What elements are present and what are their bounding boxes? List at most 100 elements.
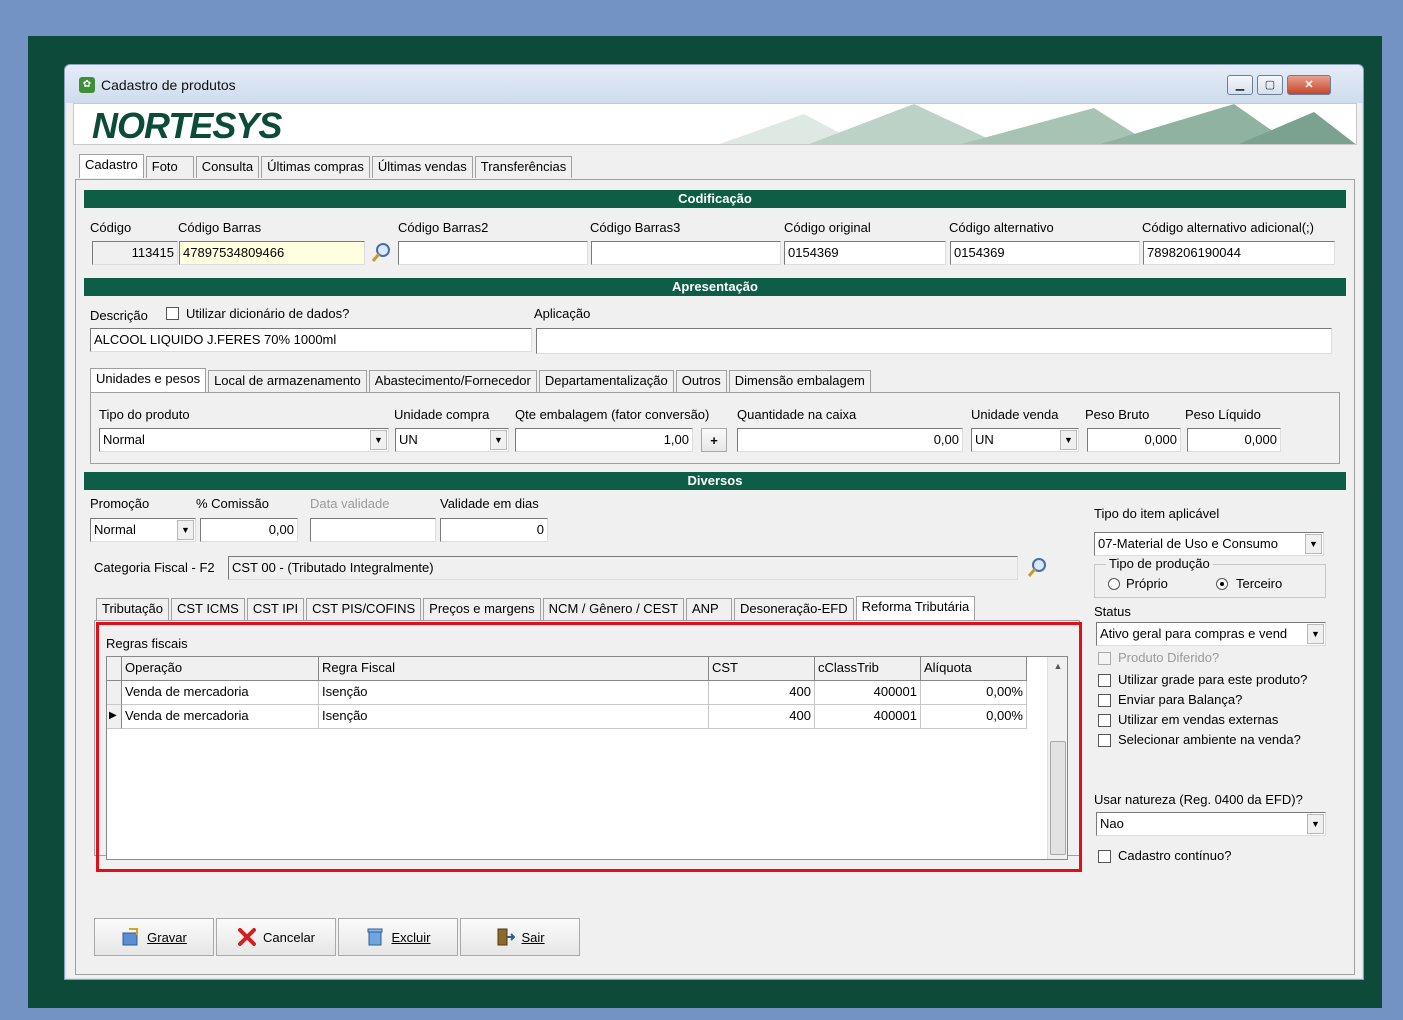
- cadastro-continuo-checkbox[interactable]: [1098, 850, 1111, 863]
- natureza-select[interactable]: Nao ▼: [1096, 812, 1326, 836]
- promocao-select[interactable]: Normal ▼: [90, 518, 196, 542]
- tab-dimensao-embalagem[interactable]: Dimensão embalagem: [728, 370, 871, 392]
- codigo-original-field[interactable]: 0154369: [784, 241, 946, 265]
- scroll-up-icon[interactable]: ▲: [1048, 661, 1068, 671]
- peso-bruto-field[interactable]: 0,000: [1087, 428, 1181, 452]
- tab-transferencias[interactable]: Transferências: [474, 156, 573, 178]
- tab-unidades-pesos[interactable]: Unidades e pesos: [90, 368, 207, 392]
- col-header-operacao[interactable]: Operação: [122, 657, 319, 681]
- status-select[interactable]: Ativo geral para compras e vend ▼: [1096, 622, 1326, 646]
- gravar-button[interactable]: Gravar: [94, 918, 214, 956]
- ambiente-label: Selecionar ambiente na venda?: [1118, 732, 1301, 747]
- comissao-field[interactable]: 0,00: [200, 518, 298, 542]
- data-validade-field[interactable]: [310, 518, 436, 542]
- tab-cst-ipi[interactable]: CST IPI: [246, 598, 305, 620]
- chevron-down-icon[interactable]: ▼: [1307, 814, 1324, 834]
- vendas-externas-label: Utilizar em vendas externas: [1118, 712, 1279, 727]
- chevron-down-icon[interactable]: ▼: [1305, 534, 1322, 554]
- qte-embalagem-field[interactable]: 1,00: [515, 428, 693, 452]
- col-header-cclasstrib[interactable]: cClassTrib: [815, 657, 921, 681]
- descricao-label: Descrição: [90, 308, 148, 323]
- col-header-cst[interactable]: CST: [709, 657, 815, 681]
- col-header-regra-fiscal[interactable]: Regra Fiscal: [319, 657, 709, 681]
- codigo-alt-adicional-field[interactable]: 7898206190044: [1143, 241, 1335, 265]
- tab-desoneracao-efd[interactable]: Desoneração-EFD: [733, 598, 854, 620]
- tab-cadastro[interactable]: Cadastro: [79, 154, 144, 178]
- tab-local-armazenamento[interactable]: Local de armazenamento: [208, 370, 367, 392]
- table-row-aliquota[interactable]: 0,00%: [921, 705, 1027, 729]
- tab-departamentalizacao[interactable]: Departamentalização: [538, 370, 674, 392]
- table-row-regra[interactable]: Isenção: [319, 705, 709, 729]
- codigo-barras-field[interactable]: 47897534809466: [179, 241, 365, 265]
- dicionario-checkbox[interactable]: [166, 307, 179, 320]
- diferido-checkbox[interactable]: [1098, 652, 1111, 665]
- codigo-barras2-field[interactable]: [398, 241, 588, 265]
- ambiente-checkbox[interactable]: [1098, 734, 1111, 747]
- grade-checkbox[interactable]: [1098, 674, 1111, 687]
- tab-cst-icms[interactable]: CST ICMS: [170, 598, 245, 620]
- codigo-alternativo-field[interactable]: 0154369: [950, 241, 1140, 265]
- codigo-field[interactable]: 113415: [92, 241, 178, 265]
- search-icon[interactable]: [370, 242, 392, 264]
- tipo-item-select[interactable]: 07-Material de Uso e Consumo ▼: [1094, 532, 1324, 556]
- tab-ncm-genero-cest[interactable]: NCM / Gênero / CEST: [542, 598, 684, 620]
- terceiro-radio[interactable]: [1216, 578, 1228, 590]
- nortesys-logo: NORTESYS: [92, 105, 282, 145]
- chevron-down-icon[interactable]: ▼: [1307, 624, 1324, 644]
- search-icon[interactable]: [1026, 557, 1048, 579]
- tab-consulta[interactable]: Consulta: [195, 156, 260, 178]
- maximize-button[interactable]: ▢: [1257, 75, 1283, 95]
- tab-reforma-tributaria[interactable]: Reforma Tributária: [855, 596, 976, 620]
- table-row-cst[interactable]: 400: [709, 681, 815, 705]
- dicionario-label: Utilizar dicionário de dados?: [186, 306, 350, 321]
- tab-ultimas-compras[interactable]: Últimas compras: [261, 156, 370, 178]
- tab-cst-pis-cofins[interactable]: CST PIS/COFINS: [306, 598, 422, 620]
- unidade-venda-select[interactable]: UN ▼: [971, 428, 1079, 452]
- chevron-down-icon[interactable]: ▼: [490, 430, 507, 450]
- current-row-indicator[interactable]: ▶: [107, 705, 122, 729]
- proprio-radio[interactable]: [1108, 578, 1120, 590]
- tab-anp[interactable]: ANP: [685, 598, 732, 620]
- tipo-produto-select[interactable]: Normal ▼: [99, 428, 389, 452]
- tab-precos-margens[interactable]: Preços e margens: [423, 598, 541, 620]
- tab-ultimas-vendas[interactable]: Últimas vendas: [371, 156, 473, 178]
- unidade-compra-select[interactable]: UN ▼: [395, 428, 509, 452]
- row-indicator[interactable]: [107, 681, 122, 705]
- col-header-aliquota[interactable]: Alíquota: [921, 657, 1027, 681]
- minimize-button[interactable]: ▁: [1227, 75, 1253, 95]
- table-row-operacao[interactable]: Venda de mercadoria: [122, 681, 319, 705]
- sair-button[interactable]: Sair: [460, 918, 580, 956]
- regras-fiscais-grid[interactable]: Operação Regra Fiscal CST cClassTrib Alí…: [106, 656, 1068, 860]
- validade-dias-field[interactable]: 0: [440, 518, 548, 542]
- codigo-barras3-field[interactable]: [591, 241, 781, 265]
- chevron-down-icon[interactable]: ▼: [370, 430, 387, 450]
- close-button[interactable]: ✕: [1287, 75, 1331, 95]
- chevron-down-icon[interactable]: ▼: [1060, 430, 1077, 450]
- categoria-fiscal-field[interactable]: CST 00 - (Tributado Integralmente): [228, 556, 1018, 580]
- excluir-button[interactable]: Excluir: [338, 918, 458, 956]
- peso-liquido-field[interactable]: 0,000: [1187, 428, 1281, 452]
- trash-icon: [367, 928, 383, 946]
- chevron-down-icon[interactable]: ▼: [177, 520, 194, 540]
- table-row-cst[interactable]: 400: [709, 705, 815, 729]
- cancelar-button[interactable]: Cancelar: [216, 918, 336, 956]
- vertical-scrollbar[interactable]: ▲: [1047, 657, 1067, 859]
- title-bar[interactable]: ✿ Cadastro de produtos ▁ ▢ ✕: [65, 65, 1363, 103]
- tab-foto[interactable]: Foto: [145, 156, 194, 178]
- scrollbar-thumb[interactable]: [1050, 741, 1066, 855]
- balanca-checkbox[interactable]: [1098, 694, 1111, 707]
- unidade-venda-value: UN: [975, 432, 994, 447]
- descricao-field[interactable]: ALCOOL LIQUIDO J.FERES 70% 1000ml: [90, 328, 532, 352]
- plus-button[interactable]: +: [701, 428, 727, 452]
- quantidade-caixa-field[interactable]: 0,00: [737, 428, 963, 452]
- table-row-operacao[interactable]: Venda de mercadoria: [122, 705, 319, 729]
- vendas-externas-checkbox[interactable]: [1098, 714, 1111, 727]
- aplicacao-field[interactable]: [536, 328, 1332, 354]
- tab-outros[interactable]: Outros: [675, 370, 727, 392]
- table-row-regra[interactable]: Isenção: [319, 681, 709, 705]
- table-row-cclasstrib[interactable]: 400001: [815, 705, 921, 729]
- table-row-cclasstrib[interactable]: 400001: [815, 681, 921, 705]
- tab-abastecimento[interactable]: Abastecimento/Fornecedor: [368, 370, 537, 392]
- table-row-aliquota[interactable]: 0,00%: [921, 681, 1027, 705]
- tab-tributacao[interactable]: Tributação: [96, 598, 169, 620]
